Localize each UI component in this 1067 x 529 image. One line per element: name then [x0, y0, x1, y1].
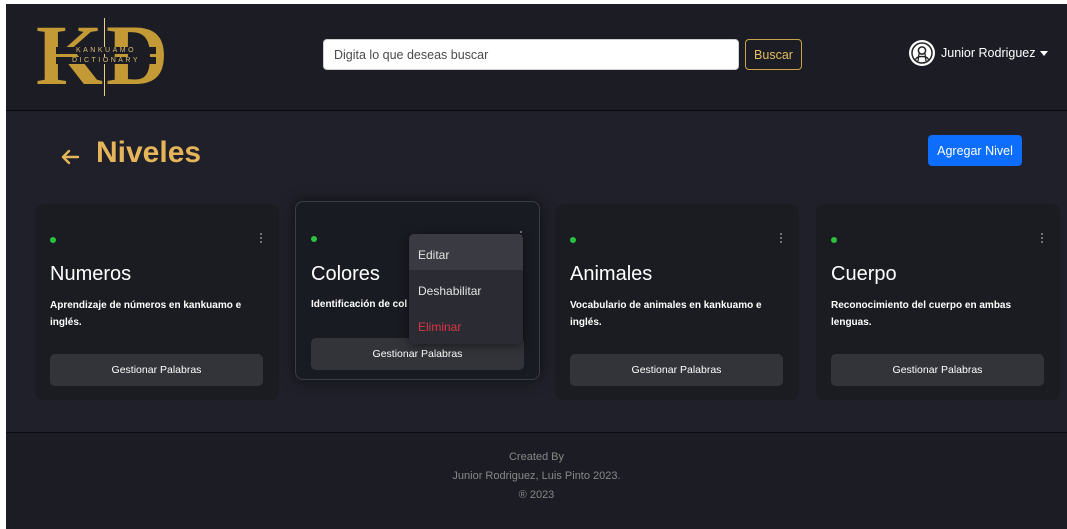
footer: Created By Junior Rodriguez, Luis Pinto … — [6, 432, 1067, 529]
card-title: Numeros — [50, 263, 132, 285]
card-description: Vocabulario de animales en kankuamo e in… — [570, 300, 762, 328]
status-dot — [50, 237, 56, 243]
search-input[interactable] — [323, 39, 739, 70]
logo-letter-d: D — [106, 7, 169, 103]
navbar: K D KANKUAMO DICTIONARY Buscar Junior Ro… — [6, 4, 1067, 111]
status-dot — [311, 236, 317, 242]
card-options-menu: Editar Deshabilitar Eliminar — [409, 234, 523, 344]
level-card-numeros: Numeros Aprendizaje de números en kankua… — [35, 204, 279, 400]
search-button[interactable]: Buscar — [745, 39, 802, 70]
user-avatar-icon — [909, 40, 935, 66]
manage-words-button[interactable]: Gestionar Palabras — [570, 354, 783, 386]
arrow-left-icon[interactable] — [58, 145, 82, 169]
menu-item-disable[interactable]: Deshabilitar — [418, 284, 481, 298]
kebab-icon[interactable] — [779, 233, 783, 247]
chevron-down-icon — [1039, 50, 1048, 56]
menu-item-delete[interactable]: Eliminar — [418, 320, 461, 334]
level-card-animales: Animales Vocabulario de animales en kank… — [555, 204, 799, 400]
manage-words-button[interactable]: Gestionar Palabras — [831, 354, 1044, 386]
card-title: Animales — [570, 263, 653, 285]
logo-subtitle-1: KANKUAMO — [56, 47, 156, 54]
card-title: Cuerpo — [831, 263, 897, 285]
menu-item-edit[interactable]: Editar — [418, 248, 449, 262]
footer-created-by: Created By — [508, 451, 565, 463]
footer-authors: Junior Rodriguez, Luis Pinto 2023. — [452, 470, 621, 482]
card-description: Reconocimiento del cuerpo en ambas lengu… — [831, 300, 1012, 328]
status-dot — [570, 237, 576, 243]
card-description: Aprendizaje de números en kankuamo e ing… — [50, 300, 242, 328]
kebab-icon[interactable] — [1040, 233, 1044, 247]
manage-words-button[interactable]: Gestionar Palabras — [50, 354, 263, 386]
page-title: Niveles — [96, 136, 202, 169]
logo-subtitle-2: DICTIONARY — [56, 57, 156, 64]
kd-logo[interactable]: K D KANKUAMO DICTIONARY — [36, 12, 176, 98]
footer-copyright: ® 2023 — [518, 489, 555, 501]
level-card-cuerpo: Cuerpo Reconocimiento del cuerpo en amba… — [816, 204, 1060, 400]
user-name: Junior Rodriguez — [941, 46, 1036, 60]
card-title: Colores — [311, 263, 380, 285]
app-window: K D KANKUAMO DICTIONARY Buscar Junior Ro… — [6, 4, 1067, 529]
status-dot — [831, 237, 837, 243]
user-menu[interactable]: Junior Rodriguez — [909, 39, 1048, 67]
logo-letter-k: K — [36, 7, 103, 103]
kebab-icon[interactable] — [259, 233, 263, 247]
add-level-button[interactable]: Agregar Nivel — [928, 135, 1022, 166]
